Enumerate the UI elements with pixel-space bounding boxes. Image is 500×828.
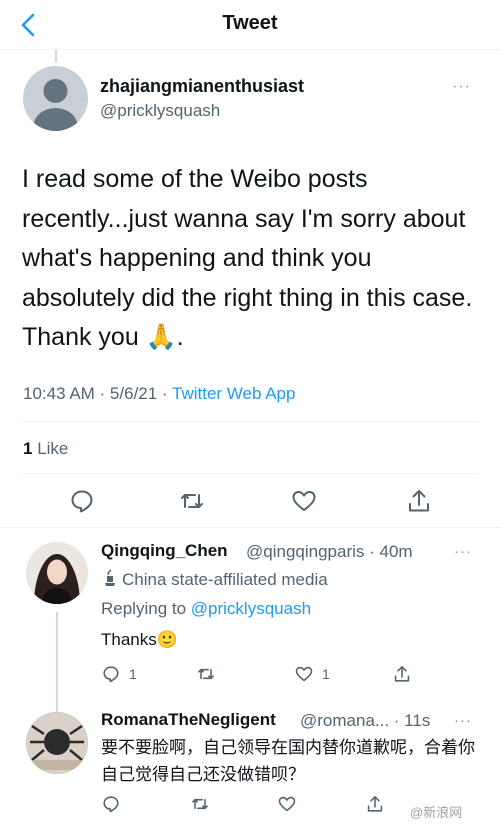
retweet-button[interactable] [178, 487, 206, 515]
reply-text: 要不要脸啊，自己领导在国内替你道歉呢，合着你自己觉得自己还没做错呗？ [101, 738, 475, 785]
more-options-icon[interactable]: ··· [452, 78, 471, 96]
avatar[interactable] [23, 66, 88, 131]
divider [22, 421, 478, 422]
tweet-meta: 10:43 AM · 5/6/21 · Twitter Web App [23, 384, 295, 404]
source-link[interactable]: Twitter Web App [172, 384, 295, 403]
divider [22, 473, 478, 474]
default-avatar-icon [33, 79, 78, 131]
timestamp: 10:43 AM · 5/6/21 · [23, 384, 172, 403]
reply-icon [103, 666, 119, 683]
reply-author-handle[interactable]: @romana... · 11s [300, 711, 430, 731]
profile-photo [26, 542, 88, 604]
share-button[interactable] [392, 663, 412, 685]
page-title: Tweet [222, 12, 278, 34]
avatar[interactable] [26, 712, 88, 774]
reply-author-handle[interactable]: @qingqingparis · 40m [246, 542, 413, 562]
heart-icon [278, 796, 296, 812]
retweet-button[interactable] [190, 793, 210, 815]
divider [0, 527, 500, 528]
thread-connector [55, 50, 57, 62]
reply-button[interactable] [68, 487, 96, 515]
heart-icon [295, 666, 313, 682]
like-count-number: 1 [23, 439, 33, 458]
more-options-icon[interactable]: ··· [454, 543, 472, 560]
watermark: @新浪网 [410, 805, 463, 820]
retweet-icon [181, 494, 203, 508]
share-button[interactable] [365, 793, 385, 815]
reply-icon [71, 490, 93, 513]
podium-icon [105, 569, 115, 586]
like-count-label: Like [37, 439, 69, 458]
retweet-icon [198, 668, 214, 680]
reply-author-name[interactable]: RomanaTheNegligent [101, 710, 276, 730]
top-bar: Tweet [0, 0, 500, 50]
heart-icon [292, 491, 316, 511]
reply-button[interactable]: 1 [101, 663, 137, 685]
reply-text: Thanks🙂 [101, 630, 178, 649]
more-options-icon[interactable]: ··· [454, 712, 472, 729]
replying-prefix: Replying to [101, 599, 191, 618]
share-icon [409, 490, 429, 512]
share-button[interactable] [405, 487, 433, 515]
retweet-button[interactable] [196, 663, 216, 685]
like-button[interactable] [290, 487, 318, 515]
like-button[interactable] [277, 793, 297, 815]
author-handle[interactable]: @pricklysquash [100, 101, 220, 121]
reply-count: 1 [129, 666, 137, 682]
state-media-label[interactable]: China state-affiliated media [101, 569, 328, 590]
share-icon [367, 796, 383, 812]
profile-photo [26, 712, 88, 774]
reply-author-name[interactable]: Qingqing_Chen [101, 541, 228, 561]
mention-link[interactable]: @pricklysquash [191, 599, 311, 618]
author-name[interactable]: zhajiangmianenthusiast [100, 76, 304, 97]
thread-connector [56, 612, 58, 712]
retweet-icon [192, 798, 208, 810]
replying-to: Replying to @pricklysquash [101, 599, 311, 619]
share-icon [394, 666, 410, 682]
like-button[interactable]: 1 [294, 663, 330, 685]
tweet-text: I read some of the Weibo posts recently.… [22, 165, 473, 351]
like-count[interactable]: 1 Like [23, 439, 68, 459]
avatar[interactable] [26, 542, 88, 604]
reply-icon [103, 796, 119, 813]
like-count: 1 [322, 666, 330, 682]
reply-button[interactable] [101, 793, 121, 815]
state-media-text: China state-affiliated media [122, 570, 328, 589]
